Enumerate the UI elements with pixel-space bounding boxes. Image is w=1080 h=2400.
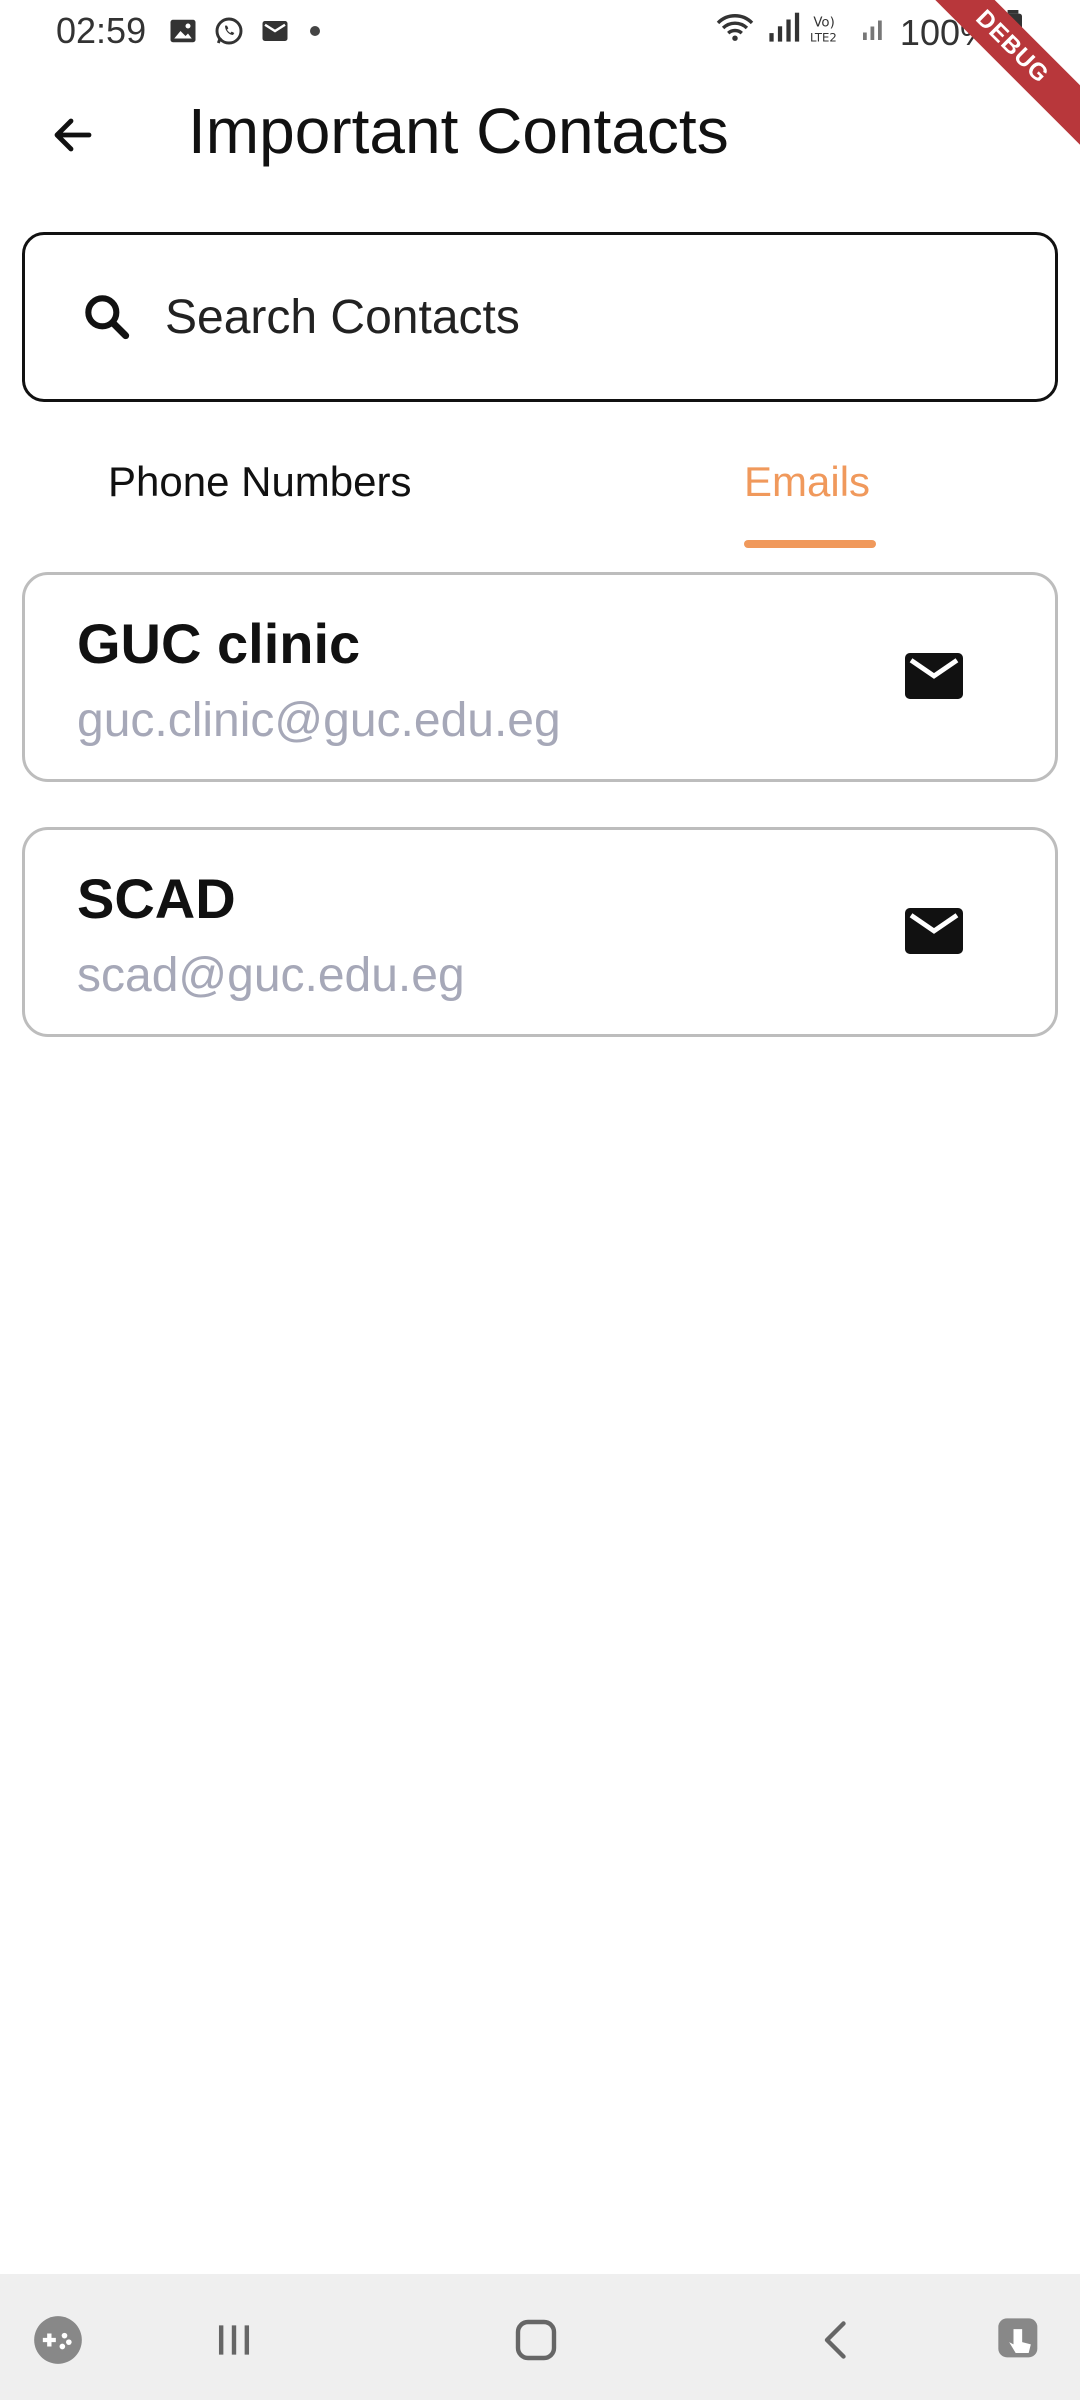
- gallery-icon: [166, 14, 200, 48]
- back-button[interactable]: [36, 98, 110, 172]
- search-icon: [85, 295, 130, 340]
- back-nav-button[interactable]: [808, 2310, 868, 2370]
- mail-icon: [905, 653, 963, 699]
- arrow-left-icon: [54, 118, 92, 152]
- status-notification-icons: [166, 14, 320, 48]
- volte-icon: Vo) LTE2: [810, 11, 850, 54]
- search-box[interactable]: [22, 232, 1058, 402]
- page-title: Important Contacts: [188, 95, 729, 167]
- wifi-icon: [714, 11, 756, 54]
- screen: 02:59 Vo) LTE2 100% DEBUG Important Cont…: [0, 0, 1080, 2400]
- status-time: 02:59: [56, 10, 147, 51]
- svg-text:LTE2: LTE2: [810, 30, 837, 44]
- tab-selected-indicator: [744, 540, 876, 548]
- email-icon: [258, 14, 292, 48]
- tab-phone-numbers[interactable]: Phone Numbers: [108, 458, 412, 538]
- contact-email: guc.clinic@guc.edu.eg: [77, 694, 561, 747]
- svg-text:Vo): Vo): [813, 15, 834, 30]
- signal-icon: [860, 11, 890, 54]
- whatsapp-icon: [212, 14, 246, 48]
- contact-card[interactable]: GUC clinic guc.clinic@guc.edu.eg: [22, 572, 1058, 782]
- recent-apps-icon: [218, 2325, 250, 2355]
- home-icon: [515, 2319, 557, 2361]
- back-icon: [824, 2321, 846, 2359]
- signal-icon: [766, 11, 800, 54]
- contact-email: scad@guc.edu.eg: [77, 949, 465, 1002]
- tab-bar: Phone Numbers Emails: [0, 440, 1080, 550]
- tab-emails[interactable]: Emails: [744, 458, 870, 538]
- contact-name: SCAD: [77, 867, 236, 930]
- home-button[interactable]: [506, 2310, 566, 2370]
- status-bar: 02:59 Vo) LTE2 100%: [0, 0, 1080, 64]
- search-input[interactable]: [165, 289, 1015, 345]
- game-launcher-icon: [34, 2316, 82, 2364]
- system-nav-bar: [0, 2274, 1080, 2400]
- app-bar: Important Contacts: [0, 80, 1080, 190]
- accessibility-button[interactable]: [990, 2310, 1050, 2370]
- send-email-button[interactable]: [905, 653, 963, 699]
- send-email-button[interactable]: [905, 908, 963, 954]
- game-launcher-button[interactable]: [28, 2310, 88, 2370]
- notification-dot: [310, 26, 320, 36]
- recent-apps-button[interactable]: [204, 2310, 264, 2370]
- accessibility-icon: [998, 2318, 1038, 2358]
- contact-name: GUC clinic: [77, 612, 361, 675]
- mail-icon: [905, 908, 963, 954]
- contact-card[interactable]: SCAD scad@guc.edu.eg: [22, 827, 1058, 1037]
